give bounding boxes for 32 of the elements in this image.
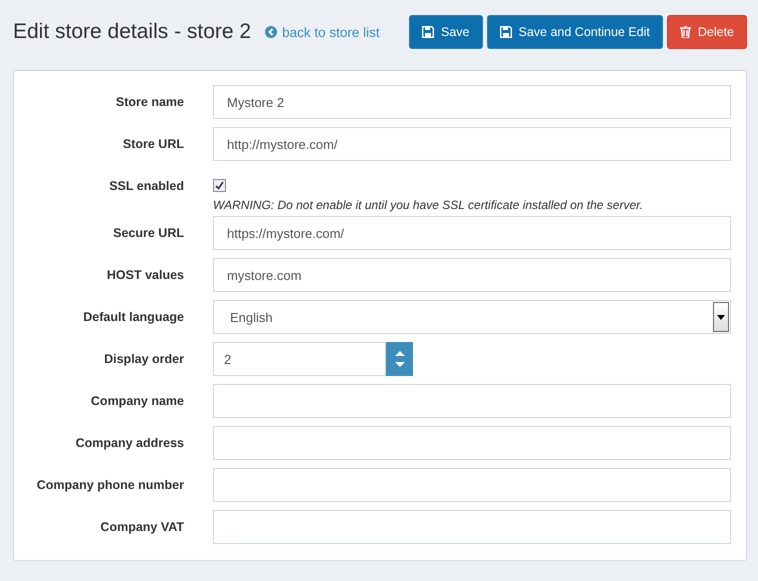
warning-text: WARNING: Do not enable it until you have SSL certificate installed on the server. bbox=[213, 198, 644, 212]
delete-button[interactable]: Delete bbox=[666, 15, 747, 49]
save-button[interactable]: Save and Continue Edit bbox=[486, 15, 663, 49]
save-button[interactable]: Save bbox=[409, 15, 483, 49]
field-label: Company name bbox=[90, 393, 184, 410]
number-field[interactable]: 2 bbox=[213, 342, 386, 376]
caret-icon[interactable] bbox=[713, 302, 729, 332]
field-label: Store URL bbox=[122, 136, 184, 153]
field-label: SSL enabled bbox=[108, 178, 184, 195]
field-label: HOST values bbox=[106, 267, 184, 284]
field-label: Default language bbox=[82, 309, 184, 326]
field-label: Store name bbox=[114, 94, 184, 111]
spinner-button[interactable] bbox=[386, 342, 413, 376]
text-field[interactable]: http://mystore.com/ bbox=[213, 127, 731, 161]
text-field[interactable] bbox=[213, 426, 731, 460]
text-field[interactable]: Mystore 2 bbox=[213, 85, 731, 119]
field-label: Display order bbox=[103, 351, 184, 368]
field-label: Company phone number bbox=[36, 477, 184, 494]
text-field[interactable] bbox=[213, 384, 731, 418]
field-label: Company address bbox=[74, 435, 184, 452]
down-arrow-icon[interactable] bbox=[394, 362, 404, 367]
page-title: Edit store details - store 2 bbox=[13, 20, 252, 44]
text-field[interactable] bbox=[213, 510, 731, 544]
up-arrow-icon[interactable] bbox=[394, 351, 404, 356]
language-dropdown[interactable]: English bbox=[213, 300, 731, 334]
text-field[interactable]: mystore.com bbox=[213, 258, 731, 292]
text-field[interactable]: https://mystore.com/ bbox=[213, 216, 731, 250]
field-label: Company VAT bbox=[99, 519, 184, 536]
trash-icon bbox=[680, 26, 691, 38]
checkbox[interactable] bbox=[213, 179, 226, 192]
text-field[interactable] bbox=[213, 468, 731, 502]
field-label: Secure URL bbox=[112, 225, 184, 242]
